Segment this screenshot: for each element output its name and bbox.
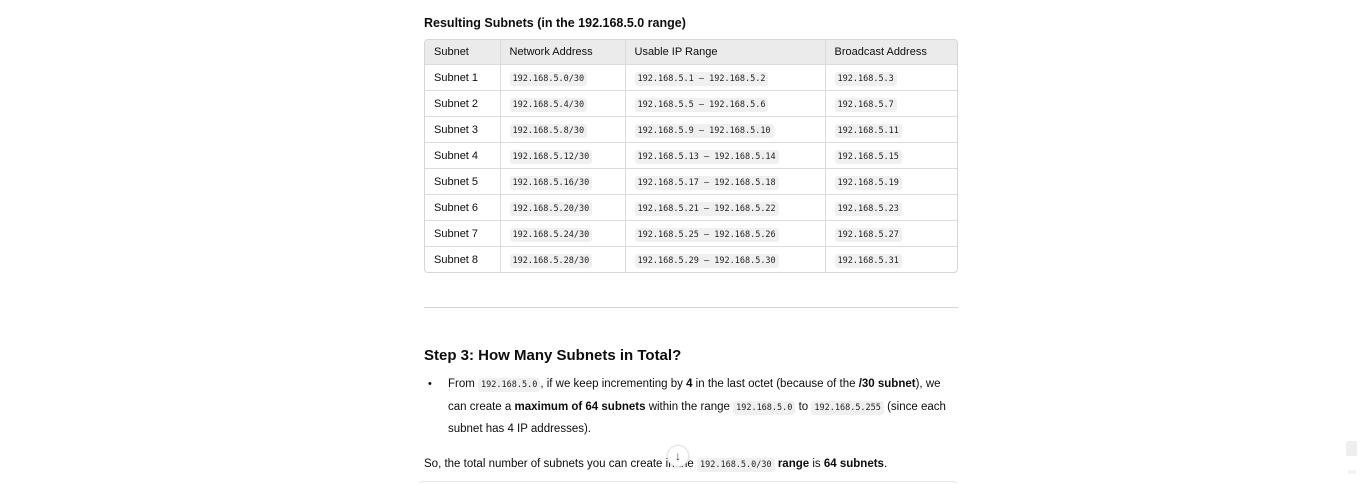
table-row: Subnet 8 192.168.5.28/30 192.168.5.29 – … bbox=[425, 246, 957, 273]
usable-range-code: 192.168.5.9 – 192.168.5.10 bbox=[634, 123, 774, 138]
network-address-code: 192.168.5.0/30 bbox=[509, 71, 588, 86]
network-address-code: 192.168.5.8/30 bbox=[509, 123, 588, 138]
usable-range-cell: 192.168.5.21 – 192.168.5.22 bbox=[625, 194, 826, 221]
bullet-icon: • bbox=[428, 378, 432, 390]
table-row: Subnet 3 192.168.5.8/30 192.168.5.9 – 19… bbox=[425, 116, 957, 143]
step3-heading: Step 3: How Many Subnets in Total? bbox=[424, 347, 682, 364]
bold-text: range bbox=[774, 458, 810, 470]
inline-code: 192.168.5.0 bbox=[733, 400, 796, 415]
table-row: Subnet 2 192.168.5.4/30 192.168.5.5 – 19… bbox=[425, 90, 957, 117]
summary-text: So, the total number of subnets you can … bbox=[424, 458, 697, 470]
table-row: Subnet 1 192.168.5.0/30 192.168.5.1 – 19… bbox=[425, 64, 957, 91]
usable-range-cell: 192.168.5.25 – 192.168.5.26 bbox=[625, 220, 826, 247]
usable-range-cell: 192.168.5.17 – 192.168.5.18 bbox=[625, 168, 826, 195]
subnet-cell: Subnet 4 bbox=[425, 142, 501, 169]
broadcast-cell: 192.168.5.15 bbox=[825, 142, 957, 169]
bold-text: 64 subnets bbox=[823, 458, 884, 470]
message-composer-edge bbox=[418, 481, 958, 485]
broadcast-address-code: 192.168.5.7 bbox=[834, 97, 897, 112]
usable-range-code: 192.168.5.21 – 192.168.5.22 bbox=[634, 201, 779, 216]
usable-range-code: 192.168.5.25 – 192.168.5.26 bbox=[634, 227, 779, 242]
network-cell: 192.168.5.12/30 bbox=[500, 142, 626, 169]
broadcast-cell: 192.168.5.11 bbox=[825, 116, 957, 143]
broadcast-cell: 192.168.5.23 bbox=[825, 194, 957, 221]
broadcast-address-code: 192.168.5.27 bbox=[834, 227, 902, 242]
subnet-cell: Subnet 6 bbox=[425, 194, 501, 221]
network-cell: 192.168.5.0/30 bbox=[500, 64, 626, 91]
usable-range-cell: 192.168.5.5 – 192.168.5.6 bbox=[625, 90, 826, 117]
table-header-row: Subnet Network Address Usable IP Range B… bbox=[425, 40, 957, 65]
broadcast-address-code: 192.168.5.11 bbox=[834, 123, 902, 138]
column-header-broadcast-address: Broadcast Address bbox=[825, 40, 957, 65]
summary-paragraph: So, the total number of subnets you can … bbox=[424, 454, 887, 475]
broadcast-address-code: 192.168.5.23 bbox=[834, 201, 902, 216]
resulting-subnets-heading: Resulting Subnets (in the 192.168.5.0 ra… bbox=[424, 16, 686, 30]
table-row: Subnet 7 192.168.5.24/30 192.168.5.25 – … bbox=[425, 220, 957, 247]
scrollbar-thumb[interactable] bbox=[1346, 441, 1357, 456]
table-row: Subnet 6 192.168.5.20/30 192.168.5.21 – … bbox=[425, 194, 957, 221]
network-cell: 192.168.5.8/30 bbox=[500, 116, 626, 143]
scrollbar-track-marker bbox=[1348, 470, 1356, 474]
network-address-code: 192.168.5.16/30 bbox=[509, 175, 593, 190]
scroll-to-bottom-button[interactable]: ↓ bbox=[667, 445, 689, 467]
arrow-down-icon: ↓ bbox=[675, 449, 681, 463]
subnet-cell: Subnet 2 bbox=[425, 90, 501, 117]
subnet-cell: Subnet 5 bbox=[425, 168, 501, 195]
usable-range-cell: 192.168.5.9 – 192.168.5.10 bbox=[625, 116, 826, 143]
network-address-code: 192.168.5.12/30 bbox=[509, 149, 593, 164]
broadcast-address-code: 192.168.5.3 bbox=[834, 71, 897, 86]
broadcast-address-code: 192.168.5.31 bbox=[834, 253, 902, 268]
usable-range-code: 192.168.5.13 – 192.168.5.14 bbox=[634, 149, 779, 164]
usable-range-code: 192.168.5.17 – 192.168.5.18 bbox=[634, 175, 779, 190]
bold-text: /30 subnet bbox=[858, 378, 916, 390]
broadcast-address-code: 192.168.5.15 bbox=[834, 149, 902, 164]
inline-code: 192.168.5.0 bbox=[478, 378, 541, 392]
subnet-cell: Subnet 1 bbox=[425, 64, 501, 91]
subnet-cell: Subnet 7 bbox=[425, 220, 501, 247]
broadcast-address-code: 192.168.5.19 bbox=[834, 175, 902, 190]
network-cell: 192.168.5.20/30 bbox=[500, 194, 626, 221]
bullet-text: to bbox=[795, 400, 812, 413]
summary-text: is bbox=[809, 458, 824, 470]
usable-range-cell: 192.168.5.29 – 192.168.5.30 bbox=[625, 246, 826, 272]
broadcast-cell: 192.168.5.19 bbox=[825, 168, 957, 195]
column-header-usable-ip-range: Usable IP Range bbox=[625, 40, 826, 65]
network-address-code: 192.168.5.20/30 bbox=[509, 201, 593, 216]
bullet-text: in the last octet (because of the bbox=[692, 378, 859, 390]
network-cell: 192.168.5.24/30 bbox=[500, 220, 626, 247]
usable-range-cell: 192.168.5.13 – 192.168.5.14 bbox=[625, 142, 826, 169]
inline-code: 192.168.5.255 bbox=[811, 400, 884, 415]
bold-text: maximum of 64 subnets bbox=[514, 400, 646, 413]
list-item: • From 192.168.5.0, if we keep incrementi… bbox=[424, 374, 958, 441]
network-address-code: 192.168.5.28/30 bbox=[509, 253, 593, 268]
network-cell: 192.168.5.16/30 bbox=[500, 168, 626, 195]
usable-range-code: 192.168.5.1 – 192.168.5.2 bbox=[634, 71, 769, 86]
broadcast-cell: 192.168.5.31 bbox=[825, 247, 957, 273]
step3-bullet-list: • From 192.168.5.0, if we keep incrementi… bbox=[424, 374, 958, 441]
broadcast-cell: 192.168.5.7 bbox=[825, 90, 957, 117]
horizontal-divider bbox=[424, 307, 958, 308]
inline-code: 192.168.5.0/30 bbox=[696, 458, 775, 472]
bullet-text: within the range bbox=[645, 400, 734, 413]
network-cell: 192.168.5.28/30 bbox=[500, 246, 626, 272]
summary-text: . bbox=[883, 458, 888, 470]
table-row: Subnet 5 192.168.5.16/30 192.168.5.17 – … bbox=[425, 168, 957, 195]
subnet-cell: Subnet 3 bbox=[425, 116, 501, 143]
bullet-text: , if we keep incrementing by bbox=[540, 378, 687, 390]
usable-range-code: 192.168.5.29 – 192.168.5.30 bbox=[634, 253, 779, 268]
usable-range-code: 192.168.5.5 – 192.168.5.6 bbox=[634, 97, 769, 112]
subnets-table: Subnet Network Address Usable IP Range B… bbox=[424, 39, 958, 273]
column-header-subnet: Subnet bbox=[425, 40, 501, 65]
bullet-text: From bbox=[448, 378, 479, 390]
subnet-cell: Subnet 8 bbox=[425, 246, 501, 272]
broadcast-cell: 192.168.5.27 bbox=[825, 220, 957, 247]
column-header-network-address: Network Address bbox=[500, 40, 626, 65]
network-address-code: 192.168.5.24/30 bbox=[509, 227, 593, 242]
usable-range-cell: 192.168.5.1 – 192.168.5.2 bbox=[625, 64, 826, 91]
network-address-code: 192.168.5.4/30 bbox=[509, 97, 588, 112]
broadcast-cell: 192.168.5.3 bbox=[825, 64, 957, 91]
table-row: Subnet 4 192.168.5.12/30 192.168.5.13 – … bbox=[425, 142, 957, 169]
network-cell: 192.168.5.4/30 bbox=[500, 90, 626, 117]
